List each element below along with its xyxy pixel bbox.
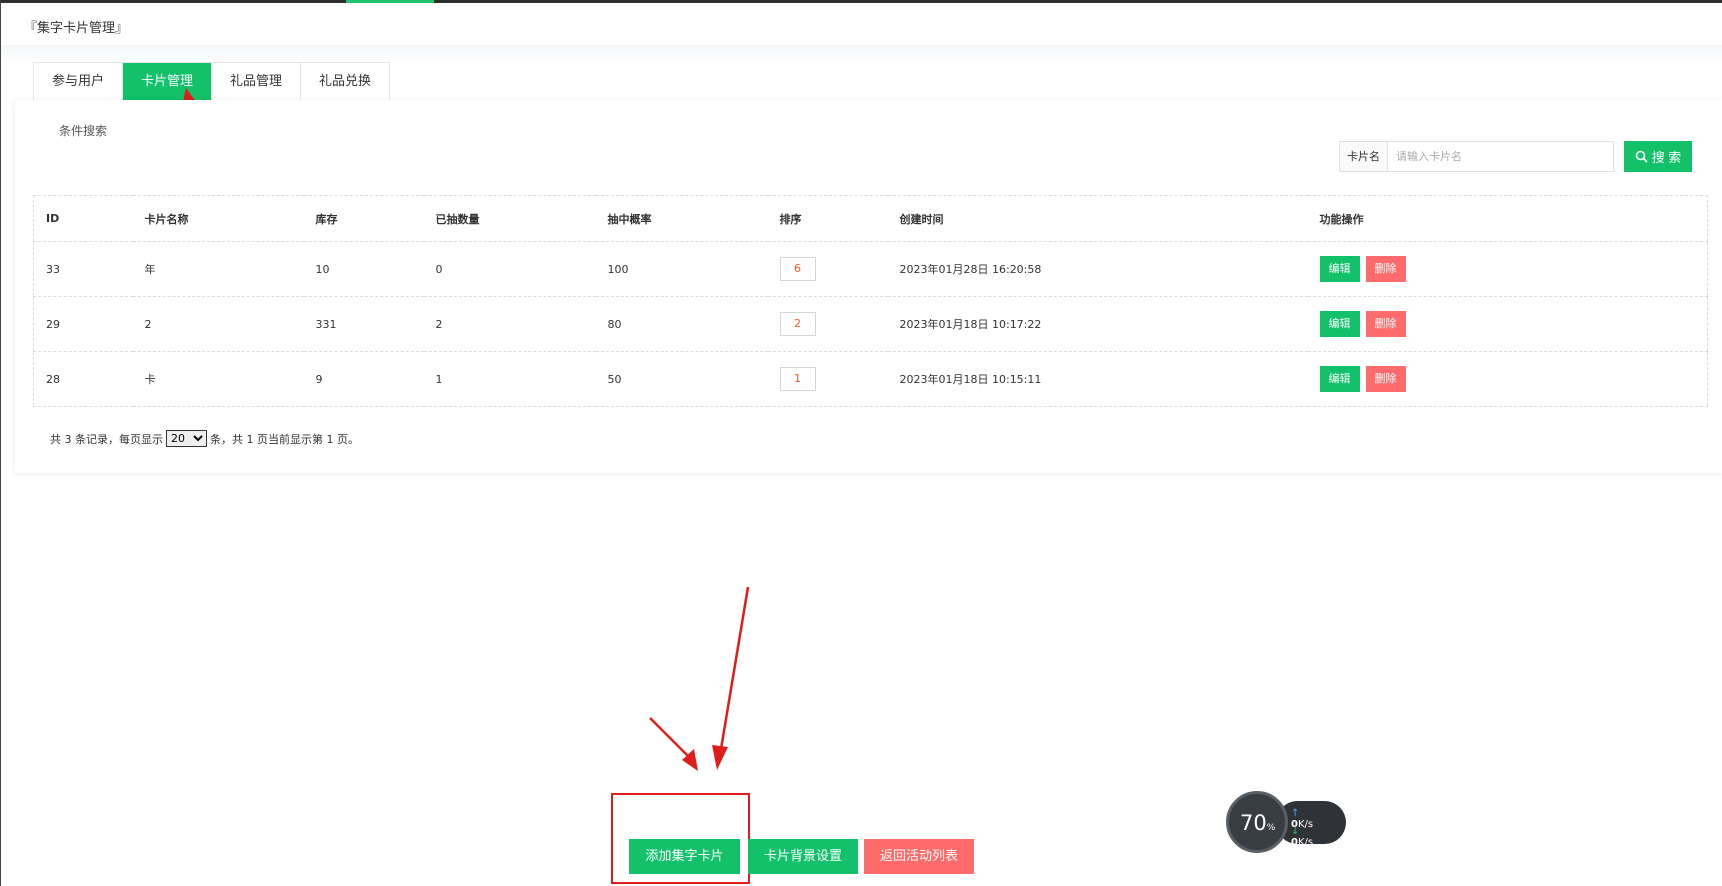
cell-actions: 编辑 删除 [1307, 296, 1708, 352]
pager-suffix: 条，共 1 页当前显示第 1 页。 [210, 432, 359, 446]
cell-drawn: 0 [423, 241, 596, 297]
cell-created: 2023年01月28日 16:20:58 [887, 241, 1308, 297]
cell-stock: 9 [303, 351, 424, 407]
col-card-name: 卡片名称 [132, 195, 304, 242]
tab-gift-management[interactable]: 礼品管理 [212, 63, 302, 100]
cell-stock: 331 [303, 296, 424, 352]
card-background-settings-button[interactable]: 卡片背景设置 [748, 839, 858, 874]
page-title: 『集字卡片管理』 [24, 21, 129, 36]
download-arrow-icon: ↓ [1291, 826, 1300, 837]
table-row: 33 年 10 0 100 6 2023年01月28日 16:20:58 编辑删… [33, 241, 1708, 297]
sort-input[interactable]: 1 [779, 367, 816, 391]
cell-name: 年 [132, 241, 304, 297]
search-icon [1635, 150, 1648, 163]
cell-stock: 10 [303, 241, 424, 297]
card-name-label: 卡片名 [1339, 141, 1387, 172]
col-stock: 库存 [303, 195, 424, 242]
cell-name: 2 [132, 296, 304, 352]
edit-button[interactable]: 编辑 [1319, 256, 1360, 282]
left-border [0, 0, 1, 886]
cell-id: 28 [33, 351, 133, 407]
search-bar: 卡片名 搜 索 [1339, 141, 1692, 172]
annotation-arrows-bottom [649, 586, 750, 771]
cell-created: 2023年01月18日 10:17:22 [887, 296, 1308, 352]
card-name-input[interactable] [1387, 141, 1614, 172]
col-created: 创建时间 [887, 195, 1308, 242]
speed-gauge: 70% [1226, 791, 1288, 853]
download-rate: ↓0K/s [1291, 826, 1314, 848]
cell-sort: 6 [767, 241, 888, 297]
edit-button[interactable]: 编辑 [1319, 311, 1360, 337]
card-list-panel: 条件搜索 卡片名 搜 索 ID 卡片名称 库存 已抽数量 抽中概率 排序 创建时… [15, 100, 1722, 473]
cell-sort: 1 [767, 351, 888, 407]
page-size-select[interactable]: 20 [166, 430, 207, 447]
cell-id: 29 [33, 296, 133, 352]
cell-probability: 80 [595, 296, 768, 352]
cell-probability: 100 [595, 241, 768, 297]
search-section-label: 条件搜索 [59, 124, 108, 138]
table-row: 29 2 331 2 80 2 2023年01月18日 10:17:22 编辑删… [33, 296, 1708, 352]
cell-id: 33 [33, 241, 133, 297]
table-row: 28 卡 9 1 50 1 2023年01月18日 10:15:11 编辑 删除 [33, 351, 1708, 407]
cell-name: 卡 [132, 351, 304, 407]
cell-actions: 编辑 删除 [1307, 351, 1708, 407]
tab-gift-redemption[interactable]: 礼品兑换 [301, 63, 389, 100]
sort-input[interactable]: 2 [779, 312, 816, 336]
search-button-label: 搜 索 [1651, 150, 1682, 165]
tab-participants[interactable]: 参与用户 [34, 63, 124, 100]
sort-input[interactable]: 6 [779, 257, 816, 281]
back-to-activity-list-button[interactable]: 返回活动列表 [864, 839, 974, 874]
col-actions: 功能操作 [1307, 195, 1708, 242]
cell-drawn: 1 [423, 351, 596, 407]
pager-prefix: 共 3 条记录，每页显示 [50, 432, 163, 446]
delete-button[interactable]: 删除 [1365, 311, 1406, 337]
search-button[interactable]: 搜 索 [1624, 141, 1692, 172]
pagination-info: 共 3 条记录，每页显示 20 条，共 1 页当前显示第 1 页。 [50, 430, 359, 447]
cell-created: 2023年01月18日 10:15:11 [887, 351, 1308, 407]
cell-drawn: 2 [423, 296, 596, 352]
col-sort: 排序 [767, 195, 888, 242]
page-header: 『集字卡片管理』 [1, 3, 1722, 48]
delete-button[interactable]: 删除 [1365, 366, 1406, 392]
header-shadow [1, 45, 1722, 63]
col-id: ID [33, 195, 133, 242]
edit-button[interactable]: 编辑 [1319, 366, 1360, 392]
table-header-row: ID 卡片名称 库存 已抽数量 抽中概率 排序 创建时间 功能操作 [33, 195, 1708, 242]
col-drawn: 已抽数量 [423, 195, 596, 242]
delete-button[interactable]: 删除 [1365, 256, 1406, 282]
col-probability: 抽中概率 [595, 195, 768, 242]
card-table: ID 卡片名称 库存 已抽数量 抽中概率 排序 创建时间 功能操作 33 年 1… [33, 195, 1708, 407]
upload-arrow-icon: ↑ [1291, 808, 1300, 819]
speed-percent: 70% [1240, 811, 1276, 835]
cell-probability: 50 [595, 351, 768, 407]
add-card-button[interactable]: 添加集字卡片 [629, 839, 740, 874]
cell-sort: 2 [767, 296, 888, 352]
cell-actions: 编辑 删除 [1307, 241, 1708, 297]
